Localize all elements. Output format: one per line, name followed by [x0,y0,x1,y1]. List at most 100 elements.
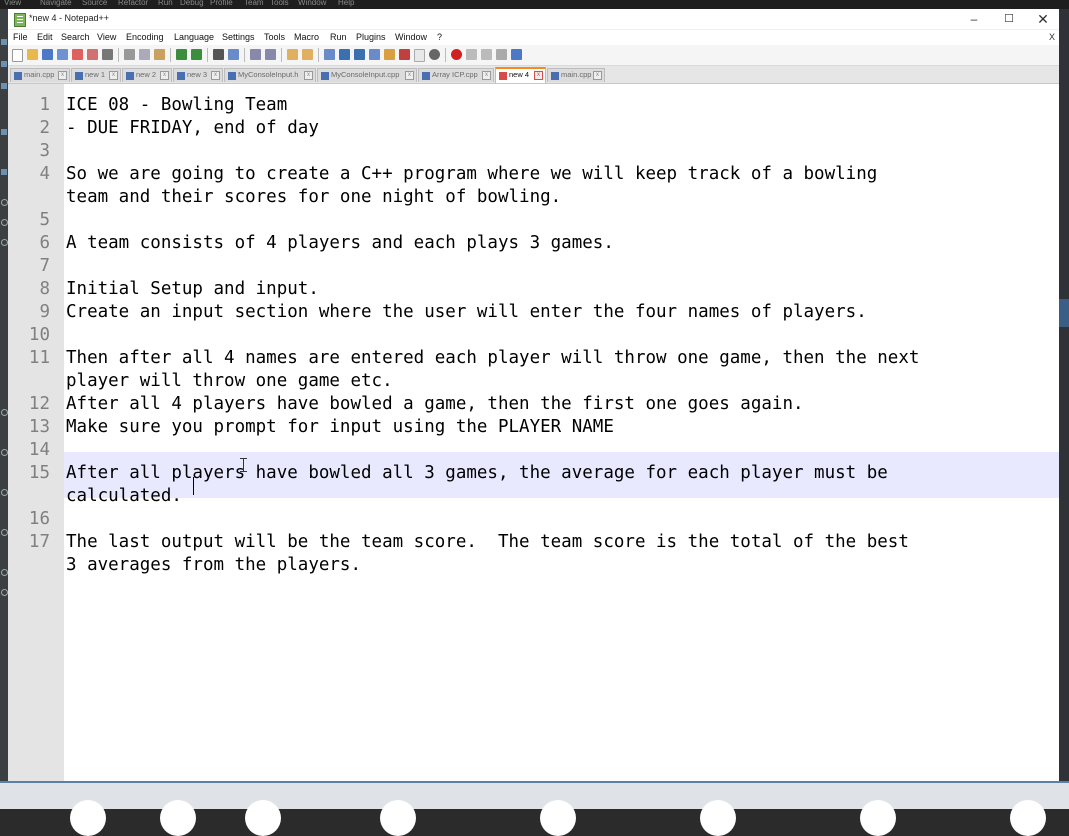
window-title: *new 4 - Notepad++ [29,13,110,23]
tab-close-icon[interactable]: x [160,71,169,80]
tab-close-icon[interactable]: x [593,71,602,80]
find-icon[interactable] [213,49,224,60]
tab-close-icon[interactable]: x [482,71,491,80]
background-taskbar [0,781,1069,836]
folder-workspace-icon[interactable] [399,49,410,60]
notepadpp-window: *new 4 - Notepad++ – ☐ ✕ File Edit Searc… [8,9,1059,781]
code-line[interactable]: So we are going to create a C++ program … [66,163,877,186]
show-all-chars-icon[interactable] [339,49,350,60]
tab-array-icp-cpp[interactable]: Array ICP.cpp x [418,68,494,82]
code-line[interactable]: After all players have bowled all 3 game… [66,462,888,485]
code-line[interactable]: Create an input section where the user w… [66,301,867,324]
code-line[interactable]: Initial Setup and input. [66,278,319,301]
cut-icon[interactable] [124,49,135,60]
record-toggle-icon[interactable] [429,49,440,60]
line-number: 2 [39,118,50,138]
menu-settings[interactable]: Settings [222,32,255,42]
tab-close-icon[interactable]: x [304,71,313,80]
tab-myconsoleinput-cpp[interactable]: MyConsoleInput.cpp x [317,68,417,82]
file-icon [321,72,329,80]
tab-close-icon[interactable]: x [405,71,414,80]
tab-main-cpp-2[interactable]: main.cpp x [547,68,605,82]
menu-macro[interactable]: Macro [294,32,319,42]
line-number: 4 [39,164,50,184]
save-all-icon[interactable] [57,49,68,60]
redo-icon[interactable] [191,49,202,60]
code-line[interactable]: ICE 08 - Bowling Team [66,94,287,117]
line-number-gutter: 1 2 3 4 5 6 7 8 9 10 11 12 13 14 15 16 1… [8,84,64,781]
line-number: 7 [39,256,50,276]
paste-icon[interactable] [154,49,165,60]
macro-save-icon[interactable] [511,49,522,60]
line-number: 13 [28,417,50,437]
menu-language[interactable]: Language [174,32,214,42]
menu-edit[interactable]: Edit [37,32,53,42]
save-icon[interactable] [42,49,53,60]
doc-map-icon[interactable] [369,49,380,60]
tab-myconsoleinput-h[interactable]: MyConsoleInput.h x [224,68,316,82]
maximize-button[interactable]: ☐ [993,9,1025,29]
menu-run[interactable]: Run [330,32,347,42]
code-line[interactable]: calculated. [66,485,182,508]
macro-play-multiple-icon[interactable] [496,49,507,60]
line-number: 12 [28,394,50,414]
unsaved-file-icon [499,72,507,80]
tab-main-cpp[interactable]: main.cpp x [10,68,70,82]
replace-icon[interactable] [228,49,239,60]
minimize-button[interactable]: – [958,9,990,29]
tab-close-icon[interactable]: x [211,71,220,80]
ibeam-cursor-icon [240,458,247,472]
tab-new-4[interactable]: new 4x [495,67,546,83]
code-line[interactable]: Then after all 4 names are entered each … [66,347,919,370]
close-file-icon[interactable] [72,49,83,60]
text-editor[interactable]: 1 2 3 4 5 6 7 8 9 10 11 12 13 14 15 16 1… [8,84,1059,781]
word-wrap-icon[interactable] [324,49,335,60]
code-line[interactable]: The last output will be the team score. … [66,531,909,554]
notepadpp-icon [14,13,26,27]
menu-window[interactable]: Window [395,32,427,42]
zoom-in-icon[interactable] [250,49,261,60]
undo-icon[interactable] [176,49,187,60]
code-line[interactable]: team and their scores for one night of b… [66,186,561,209]
indent-guide-icon[interactable] [354,49,365,60]
menu-search[interactable]: Search [61,32,90,42]
monitoring-icon[interactable] [414,49,425,62]
tab-new-2[interactable]: new 2x [122,68,172,82]
tab-close-icon[interactable]: x [109,71,118,80]
menu-plugins[interactable]: Plugins [356,32,386,42]
macro-stop-icon[interactable] [466,49,477,60]
file-icon [228,72,236,80]
open-file-icon[interactable] [27,49,38,60]
file-icon [422,72,430,80]
menu-file[interactable]: File [13,32,28,42]
title-bar[interactable]: *new 4 - Notepad++ – ☐ ✕ [8,9,1059,29]
close-document-x[interactable]: X [1049,32,1055,42]
print-icon[interactable] [102,49,113,60]
code-line[interactable]: After all 4 players have bowled a game, … [66,393,804,416]
menu-help[interactable]: ? [437,32,442,42]
new-file-icon[interactable] [12,49,23,62]
menu-bar: File Edit Search View Encoding Language … [8,30,1059,45]
code-line[interactable]: A team consists of 4 players and each pl… [66,232,614,255]
copy-icon[interactable] [139,49,150,60]
macro-record-icon[interactable] [451,49,462,60]
code-line[interactable]: player will throw one game etc. [66,370,393,393]
close-button[interactable]: ✕ [1027,9,1059,29]
sync-vertical-icon[interactable] [287,49,298,60]
tab-close-icon[interactable]: x [534,71,543,80]
tab-new-1[interactable]: new 1x [71,68,121,82]
zoom-out-icon[interactable] [265,49,276,60]
macro-play-icon[interactable] [481,49,492,60]
sync-horizontal-icon[interactable] [302,49,313,60]
code-line[interactable]: 3 averages from the players. [66,554,361,577]
code-line[interactable]: Make sure you prompt for input using the… [66,416,614,439]
code-line[interactable]: - DUE FRIDAY, end of day [66,117,319,140]
menu-tools[interactable]: Tools [264,32,285,42]
menu-view[interactable]: View [97,32,116,42]
tab-new-3[interactable]: new 3x [173,68,223,82]
menu-encoding[interactable]: Encoding [126,32,164,42]
function-list-icon[interactable] [384,49,395,60]
line-number: 14 [28,440,50,460]
tab-close-icon[interactable]: x [58,71,67,80]
close-all-icon[interactable] [87,49,98,60]
